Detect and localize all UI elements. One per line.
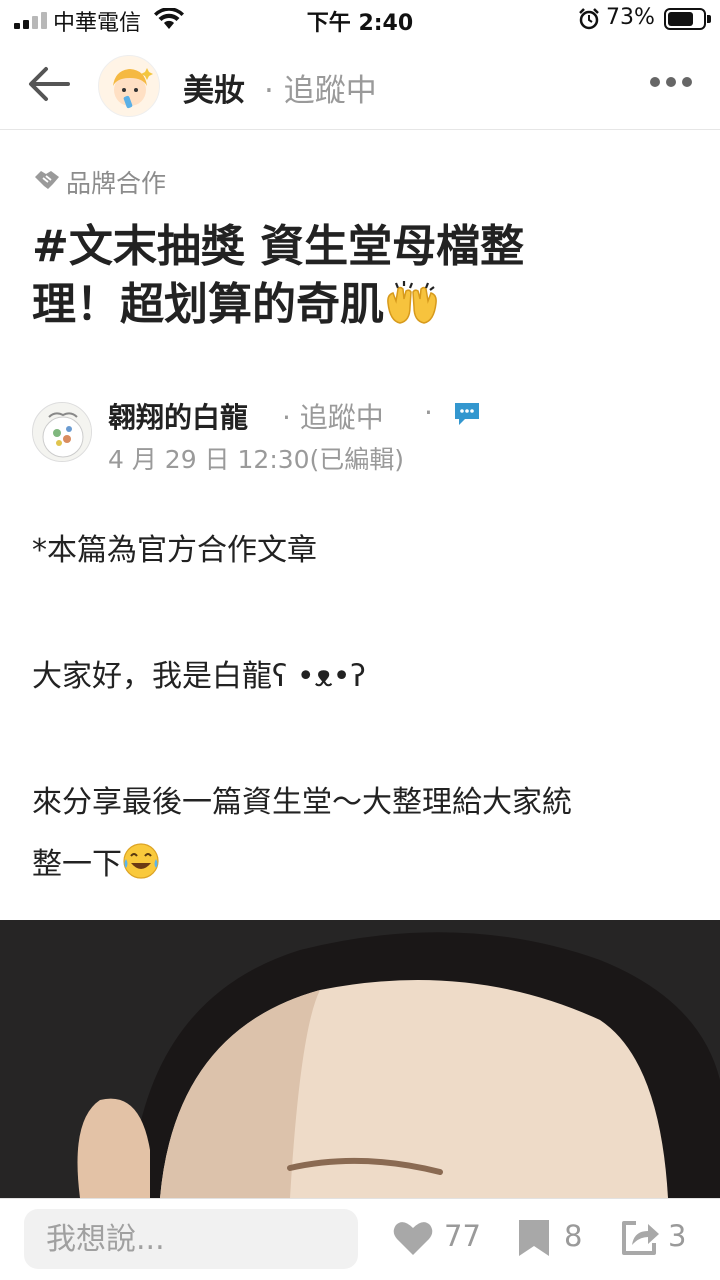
tears-of-joy-emoji-icon	[123, 843, 159, 879]
body-paragraph-3-line2: 整一下	[32, 847, 122, 882]
like-count: 77	[444, 1219, 481, 1253]
board-follow-status[interactable]: · 追蹤中	[264, 65, 377, 110]
share-count: 3	[668, 1219, 687, 1253]
post-title: #文末抽獎 資生堂母檔整 理！超划算的奇肌	[32, 218, 692, 334]
board-header: 美妝 · 追蹤中	[0, 40, 720, 130]
post-timestamp: 4 月 29 日 12:30(已編輯)	[108, 445, 405, 474]
share-icon	[622, 1221, 659, 1255]
author-follow-status[interactable]: · 追蹤中	[282, 396, 384, 436]
battery-level	[668, 12, 693, 26]
post-title-line2-wrap: 理！超划算的奇肌	[32, 276, 692, 334]
post-image[interactable]	[0, 920, 720, 1198]
board-name[interactable]: 美妝	[183, 65, 245, 110]
battery-tip	[707, 15, 711, 23]
board-avatar-art	[113, 68, 153, 109]
message-icon[interactable]	[452, 400, 482, 428]
author-avatar[interactable]	[32, 402, 92, 462]
author-separator: ·	[424, 396, 433, 429]
save-count: 8	[564, 1219, 583, 1253]
status-bar: 中華電信 下午 2:40 73%	[0, 0, 720, 40]
alarm-icon	[579, 8, 599, 30]
bottom-action-bar: 77 8 3	[0, 1198, 720, 1280]
comment-input[interactable]	[24, 1209, 358, 1269]
battery-icon	[664, 8, 706, 30]
bookmark-icon	[519, 1220, 549, 1256]
author-avatar-art	[33, 403, 91, 461]
post-image-art	[0, 920, 720, 1198]
body-paragraph-3: 來分享最後一篇資生堂～大整理給大家統 整一下	[32, 772, 692, 896]
body-paragraph-1: *本篇為官方合作文章	[32, 533, 317, 568]
battery-percent: 73%	[606, 5, 655, 30]
heart-icon	[393, 1222, 433, 1255]
body-paragraph-3-line1: 來分享最後一篇資生堂～大整理給大家統	[32, 785, 572, 820]
body-paragraph-2: 大家好，我是白龍ʕ •ᴥ•ʔ	[32, 659, 366, 694]
board-avatar[interactable]	[98, 55, 160, 117]
body-paragraph-3-line2-wrap: 整一下	[32, 834, 692, 896]
raising-hands-emoji-icon	[387, 281, 437, 324]
post-title-line2: 理！超划算的奇肌	[32, 279, 384, 330]
handshake-icon	[35, 171, 59, 189]
more-options-icon[interactable]	[650, 72, 692, 92]
post-title-line1: #文末抽獎 資生堂母檔整	[32, 221, 525, 272]
tag-label: 品牌合作	[66, 169, 167, 198]
author-name[interactable]: 翱翔的白龍	[108, 396, 248, 436]
back-arrow-icon[interactable]	[26, 64, 70, 104]
